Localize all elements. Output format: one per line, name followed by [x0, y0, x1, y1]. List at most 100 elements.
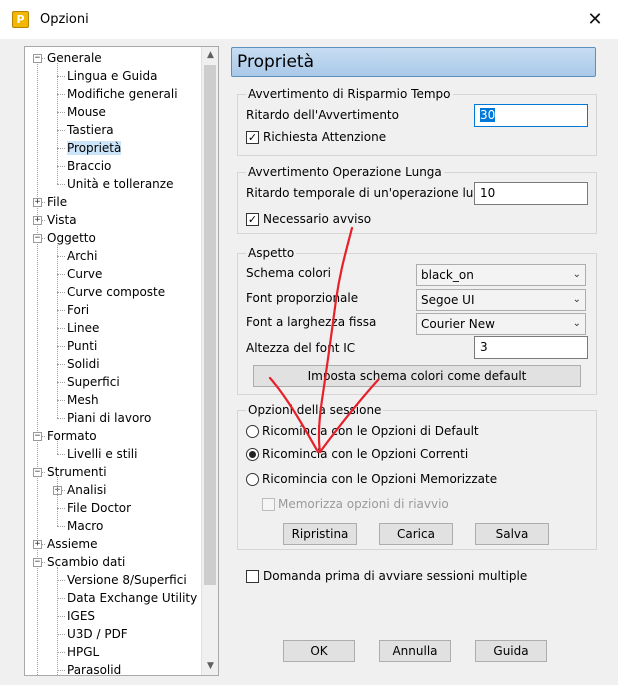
fixed-font-value: Courier New [421, 317, 495, 331]
tree-item-oggetto[interactable]: Oggetto [47, 229, 96, 247]
tree-connector-line [57, 328, 65, 329]
tree-item-scambio-dati[interactable]: Scambio dati [47, 553, 125, 571]
tree-item-label: Versione 8/Superfici [67, 573, 187, 587]
tree-connector-line [57, 184, 65, 185]
tree-item-vista[interactable]: Vista [47, 211, 77, 229]
tree-item-file[interactable]: File [47, 193, 67, 211]
tree-item-solidi[interactable]: Solidi [67, 355, 100, 373]
tree-item-curve-composte[interactable]: Curve composte [67, 283, 165, 301]
tree-item-archi[interactable]: Archi [67, 247, 97, 265]
tree-item-lingua-e-guida[interactable]: Lingua e Guida [67, 67, 157, 85]
tree-item-label: Linee [67, 321, 100, 335]
store-restart-checkbox[interactable] [262, 498, 275, 511]
tree-item-versione-8-superfici[interactable]: Versione 8/Superfici [67, 571, 187, 589]
collapse-icon[interactable]: − [33, 558, 42, 567]
collapse-icon[interactable]: − [33, 54, 42, 63]
tree-item-tastiera[interactable]: Tastiera [67, 121, 114, 139]
restore-button[interactable]: Ripristina [283, 523, 357, 545]
ic-height-input[interactable]: 3 [474, 336, 588, 359]
tree-item-mouse[interactable]: Mouse [67, 103, 106, 121]
cancel-button[interactable]: Annulla [379, 640, 451, 662]
tree-item-analisi[interactable]: Analisi [67, 481, 106, 499]
scroll-thumb[interactable] [204, 65, 216, 585]
scroll-down-icon[interactable]: ▼ [202, 658, 218, 675]
collapse-icon[interactable]: − [33, 234, 42, 243]
tree-item-proprieta[interactable]: Proprietà [67, 139, 122, 157]
tree-item-superfici[interactable]: Superfici [67, 373, 120, 391]
tree-connector-line [57, 274, 65, 275]
multi-session-checkbox[interactable] [246, 570, 259, 583]
radio-current-options[interactable] [246, 448, 259, 461]
tree-item-livelli-e-stili[interactable]: Livelli e stili [67, 445, 137, 463]
tree-connector-line [57, 243, 58, 418]
fixed-font-select[interactable]: Courier New ⌄ [416, 313, 586, 335]
chevron-down-icon: ⌄ [572, 269, 581, 280]
radio-saved-options[interactable] [246, 473, 259, 486]
notify-label: Necessario avviso [263, 212, 372, 226]
scroll-up-icon[interactable]: ▲ [202, 47, 218, 64]
expand-icon[interactable]: + [33, 540, 42, 549]
tree-item-label: Unità e tolleranze [67, 177, 174, 191]
tree-connector-line [57, 256, 65, 257]
tree-item-formato[interactable]: Formato [47, 427, 97, 445]
help-button[interactable]: Guida [475, 640, 547, 662]
fixed-font-label: Font a larghezza fissa [246, 315, 377, 329]
tree-item-strumenti[interactable]: Strumenti [47, 463, 107, 481]
prop-font-select[interactable]: Segoe UI ⌄ [416, 289, 586, 311]
tree-connector-line [57, 112, 65, 113]
tree-item-label: Parasolid [67, 663, 122, 676]
attention-checkbox[interactable]: ✓ [246, 131, 259, 144]
tree-item-modifiche-generali[interactable]: Modifiche generali [67, 85, 178, 103]
load-button[interactable]: Carica [379, 523, 453, 545]
radio-saved-label: Ricomincia con le Opzioni Memorizzate [262, 472, 498, 486]
collapse-icon[interactable]: − [33, 432, 42, 441]
tree-item-u3d-pdf[interactable]: U3D / PDF [67, 625, 128, 643]
tree-item-mesh[interactable]: Mesh [67, 391, 99, 409]
tree-item-label: Formato [47, 429, 97, 443]
tree-item-generale[interactable]: Generale [47, 49, 102, 67]
tree-item-piani-di-lavoro[interactable]: Piani di lavoro [67, 409, 151, 427]
tree-item-curve[interactable]: Curve [67, 265, 102, 283]
tree-item-label: Data Exchange Utility [67, 591, 198, 605]
tree-scrollbar[interactable]: ▲ ▼ [201, 47, 218, 675]
tree-item-label: Macro [67, 519, 104, 533]
warning-delay-input[interactable]: 30 [474, 104, 588, 127]
tree-item-hpgl[interactable]: HPGL [67, 643, 99, 661]
notify-checkbox[interactable]: ✓ [246, 213, 259, 226]
tree-item-iges[interactable]: IGES [67, 607, 95, 625]
prop-font-value: Segoe UI [421, 293, 475, 307]
options-tree[interactable]: ▲ ▼ Generale − Lingua e Guida Modifiche gen… [24, 46, 219, 676]
close-button[interactable]: ✕ [572, 0, 618, 40]
tree-item-punti[interactable]: Punti [67, 337, 97, 355]
save-button[interactable]: Salva [475, 523, 549, 545]
tree-connector-line [37, 61, 38, 675]
tree-item-label: Proprietà [67, 141, 122, 155]
tree-item-label: Curve composte [67, 285, 166, 299]
color-scheme-select[interactable]: black_on ⌄ [416, 264, 586, 286]
ok-button[interactable]: OK [283, 640, 355, 662]
expand-icon[interactable]: + [33, 198, 42, 207]
set-default-scheme-button[interactable]: Imposta schema colori come default [253, 365, 581, 387]
tree-item-fori[interactable]: Fori [67, 301, 89, 319]
app-logo-icon: P [12, 11, 29, 28]
tree-item-linee[interactable]: Linee [67, 319, 99, 337]
tree-item-file-doctor[interactable]: File Doctor [67, 499, 131, 517]
ic-height-label: Altezza del font IC [246, 341, 356, 355]
collapse-icon[interactable]: − [33, 468, 42, 477]
tree-item-macro[interactable]: Macro [67, 517, 103, 535]
tree-connector-line [57, 580, 65, 581]
radio-default-options[interactable] [246, 425, 259, 438]
tree-item-assieme[interactable]: Assieme [47, 535, 98, 553]
tree-item-label: IGES [67, 609, 96, 623]
tree-item-unita-e-tolleranze[interactable]: Unità e tolleranze [67, 175, 173, 193]
multi-session-label: Domanda prima di avviare sessioni multip… [263, 569, 528, 583]
warning-delay-value: 30 [480, 108, 496, 122]
tree-item-braccio[interactable]: Braccio [67, 157, 111, 175]
tree-item-label: Archi [67, 249, 98, 263]
expand-icon[interactable]: + [33, 216, 42, 225]
longop-delay-input[interactable]: 10 [474, 182, 588, 205]
tree-connector-line [57, 634, 65, 635]
tree-connector-line [57, 652, 65, 653]
tree-item-parasolid[interactable]: Parasolid [67, 661, 122, 676]
tree-item-data-exchange-utility[interactable]: Data Exchange Utility [67, 589, 197, 607]
